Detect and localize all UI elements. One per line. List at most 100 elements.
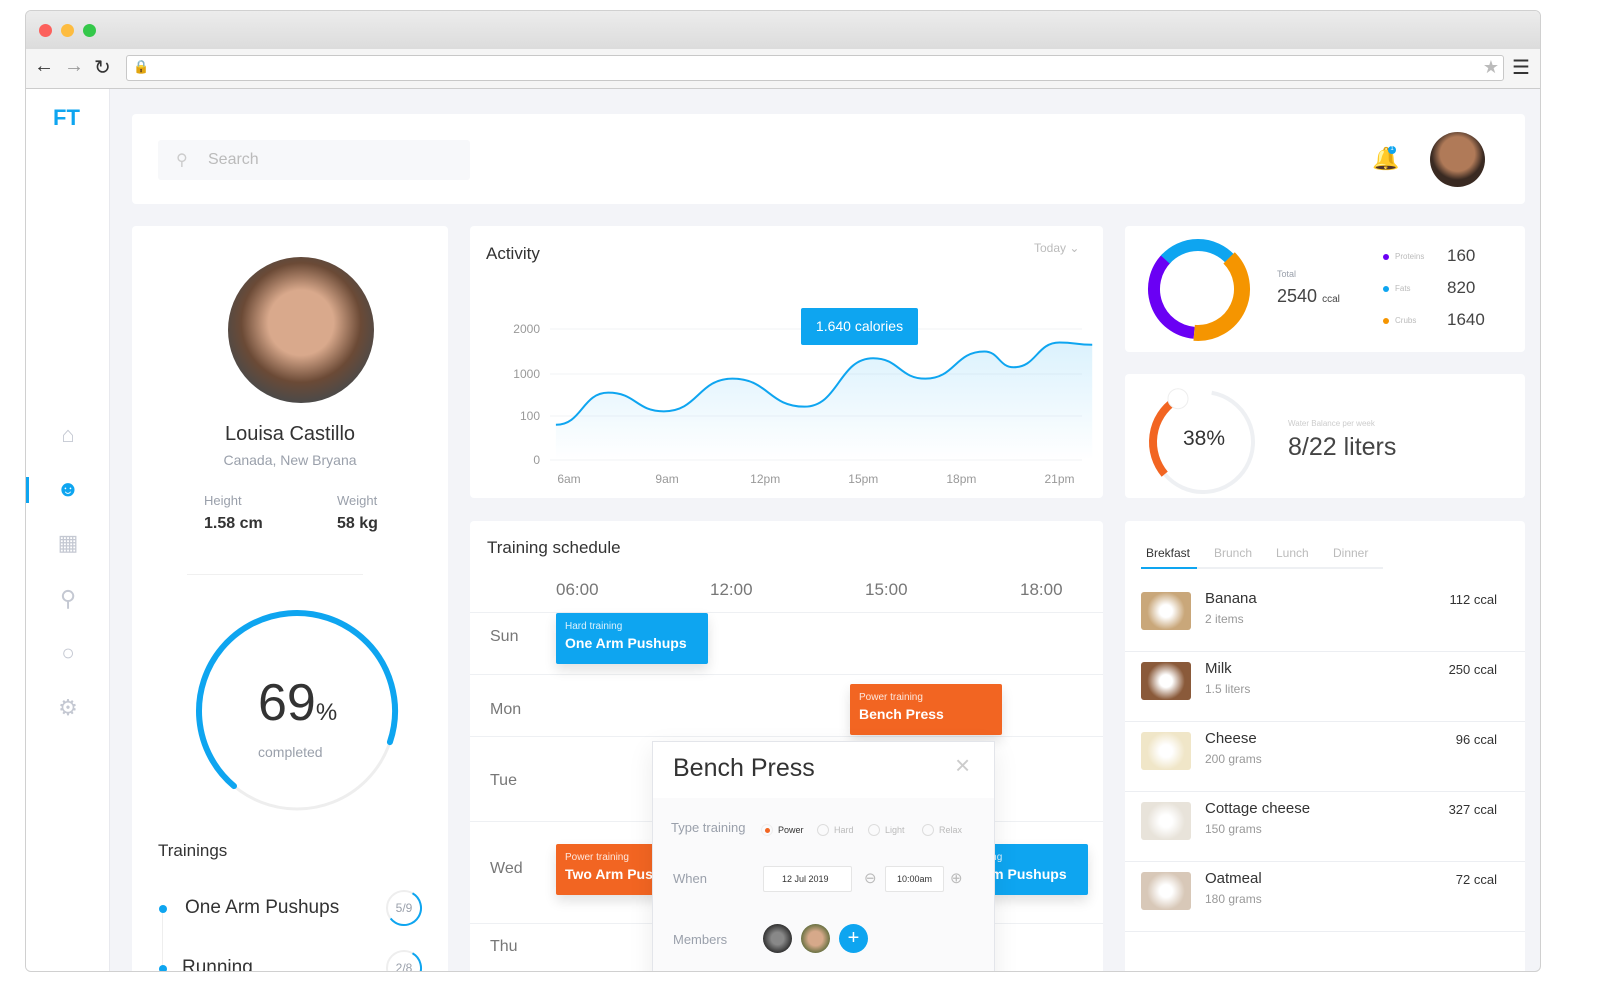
radio-label: Hard xyxy=(834,825,854,835)
event-name: One Arm Pushups xyxy=(565,635,687,651)
member-avatar[interactable] xyxy=(801,924,830,953)
day-label: Mon xyxy=(490,701,522,718)
event-type: Power training xyxy=(859,692,923,703)
sidebar: FT ⌂ ☻ ▦ ⚲ ○ ⚙ xyxy=(26,89,110,971)
search-icon: ⚲ xyxy=(176,152,188,169)
back-icon[interactable]: ← xyxy=(34,55,54,78)
close-window-button[interactable] xyxy=(39,24,52,37)
event-name: Bench Press xyxy=(859,706,944,722)
x-tick-label: 9am xyxy=(655,472,678,486)
schedule-event[interactable]: Hard training One Arm Pushups xyxy=(556,613,708,664)
apple-icon[interactable]: ○ xyxy=(54,639,82,667)
day-label: Thu xyxy=(490,938,518,955)
event-modal: Bench Press × Type training Power Hard L… xyxy=(652,741,995,971)
reload-icon[interactable]: ↻ xyxy=(94,55,111,80)
modal-header: Bench Press × xyxy=(653,742,994,798)
menu-icon[interactable]: ☰ xyxy=(1512,55,1530,80)
close-icon[interactable]: × xyxy=(955,750,970,781)
meal-item[interactable]: Cottage cheese 150 grams 327 ccal xyxy=(1125,792,1525,862)
completion-value: 69% xyxy=(258,673,337,733)
trainings-title: Trainings xyxy=(158,841,228,860)
radio-label: Power xyxy=(778,825,804,835)
training-name: One Arm Pushups xyxy=(185,897,340,918)
day-label: Tue xyxy=(490,772,517,789)
date-input[interactable]: 12 Jul 2019 xyxy=(763,866,852,892)
day-label: Sun xyxy=(490,628,519,645)
radio-hard[interactable] xyxy=(817,824,829,836)
meal-image xyxy=(1141,872,1191,910)
total-number: 2540 xyxy=(1277,286,1318,306)
time-input[interactable]: 10:00am xyxy=(885,866,944,892)
activity-card: Activity Today ⌄ 2000 1000 100 0 6am 9am 12pm 1… xyxy=(470,226,1103,498)
nutrition-donut xyxy=(1148,239,1250,341)
schedule-card: Training schedule 06:00 12:00 15:00 18:0… xyxy=(470,521,1103,971)
app-logo: FT xyxy=(53,105,80,130)
training-name: Running xyxy=(182,957,253,972)
lock-icon: 🔒 xyxy=(133,59,150,74)
radio-label: Light xyxy=(885,825,905,835)
users-icon[interactable]: ☻ xyxy=(54,475,82,503)
notification-badge: 1 xyxy=(1388,146,1396,154)
meal-name: Banana xyxy=(1205,590,1257,607)
event-type: Hard training xyxy=(565,621,623,632)
forward-icon[interactable]: → xyxy=(64,55,84,78)
user-avatar[interactable] xyxy=(1430,132,1485,187)
tab-breakfast[interactable]: Brekfast xyxy=(1146,546,1190,560)
home-icon[interactable]: ⌂ xyxy=(54,421,82,449)
meal-item[interactable]: Banana 2 items 112 ccal xyxy=(1125,582,1525,652)
y-tick-label: 100 xyxy=(520,409,540,423)
minus-circle-icon[interactable]: ⊖ xyxy=(864,869,877,887)
minimize-window-button[interactable] xyxy=(61,24,74,37)
legend-label: Crubs xyxy=(1395,316,1417,325)
add-member-button[interactable]: + xyxy=(839,924,868,953)
radio-light[interactable] xyxy=(868,824,880,836)
radio-power[interactable] xyxy=(761,824,773,836)
legend-dot xyxy=(1383,286,1389,292)
meal-quantity: 200 grams xyxy=(1205,752,1262,766)
tab-brunch[interactable]: Brunch xyxy=(1214,546,1252,560)
tab-lunch[interactable]: Lunch xyxy=(1276,546,1309,560)
radio-relax[interactable] xyxy=(922,824,934,836)
search-box[interactable]: ⚲ Search xyxy=(158,140,470,180)
water-ring-handle[interactable] xyxy=(1167,388,1189,410)
chart-tooltip: 1.640 calories xyxy=(801,308,918,345)
meal-image xyxy=(1141,802,1191,840)
training-item[interactable]: Running 2/8 xyxy=(132,950,448,972)
meal-item[interactable]: Milk 1.5 liters 250 ccal xyxy=(1125,652,1525,722)
calendar-icon[interactable]: ▦ xyxy=(54,529,82,557)
x-tick-label: 21pm xyxy=(1044,472,1074,486)
training-item[interactable]: One Arm Pushups 5/9 xyxy=(132,890,448,934)
plus-circle-icon[interactable]: ⊕ xyxy=(950,869,963,887)
gear-icon[interactable]: ⚙ xyxy=(54,694,82,722)
search-input[interactable]: Search xyxy=(208,151,259,169)
time-label: 15:00 xyxy=(865,580,908,599)
completion-unit: % xyxy=(315,699,338,726)
meal-calories: 327 ccal xyxy=(1448,802,1497,817)
meal-name: Cottage cheese xyxy=(1205,800,1311,817)
trophy-icon[interactable]: ⚲ xyxy=(54,585,82,613)
meal-item[interactable]: Cheese 200 grams 96 ccal xyxy=(1125,722,1525,792)
meal-calories: 72 ccal xyxy=(1455,872,1497,887)
star-icon[interactable]: ★ xyxy=(1483,57,1499,78)
tab-dinner[interactable]: Dinner xyxy=(1333,546,1368,560)
schedule-event[interactable]: Power training Bench Press xyxy=(850,684,1002,735)
radio-label: Relax xyxy=(939,825,963,835)
bullet-icon xyxy=(159,965,167,971)
water-ring-progress xyxy=(1149,397,1178,477)
x-tick-label: 18pm xyxy=(946,472,976,486)
activity-chart: 2000100010006am 9am 12pm 15pm 18pm 21pm xyxy=(513,322,1093,486)
members-label: Members xyxy=(673,932,728,947)
maximize-window-button[interactable] xyxy=(83,24,96,37)
meal-item[interactable]: Oatmeal 180 grams 72 ccal xyxy=(1125,862,1525,932)
profile-photo xyxy=(228,257,374,403)
modal-title: Bench Press xyxy=(673,754,815,782)
water-label: Water Balance per week xyxy=(1288,419,1375,428)
type-radio-group: Power Hard Light Relax xyxy=(761,819,991,839)
member-avatar[interactable] xyxy=(763,924,792,953)
row-divider xyxy=(470,736,1103,737)
legend-label: Proteins xyxy=(1395,252,1425,261)
meal-quantity: 2 items xyxy=(1205,612,1244,626)
legend-value: 820 xyxy=(1447,278,1476,297)
meal-quantity: 180 grams xyxy=(1205,892,1262,906)
address-bar[interactable]: 🔒 ★ xyxy=(126,55,1504,81)
